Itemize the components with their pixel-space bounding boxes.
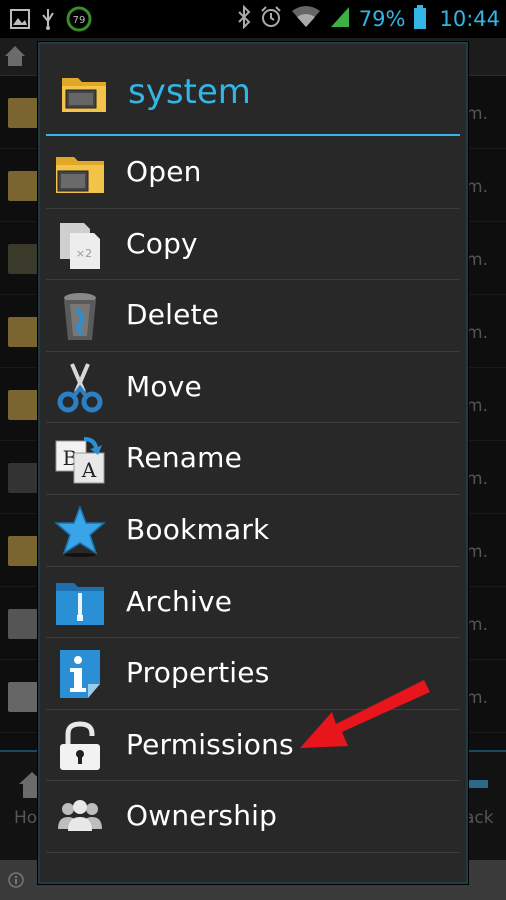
notification-badge: 79 [73, 15, 86, 26]
menu-item-label: Move [126, 369, 202, 403]
battery-percent: 79% [358, 7, 406, 31]
dialog-header: system [40, 44, 466, 136]
file-icon [8, 244, 42, 274]
menu-item-label: Copy [126, 226, 198, 260]
archive-folder-icon [54, 577, 106, 629]
alarm-icon [259, 5, 283, 33]
rename-icon: B A [54, 433, 106, 485]
folder-icon [8, 463, 42, 493]
star-icon [53, 504, 107, 557]
battery-icon [413, 4, 427, 34]
folder-icon [8, 98, 42, 128]
users-icon [54, 791, 106, 843]
menu-item-ownership[interactable]: Ownership [46, 781, 460, 853]
folder-icon [8, 317, 42, 347]
menu-item-move[interactable]: Move [46, 352, 460, 424]
clock: 10:44 [439, 7, 500, 31]
svg-text:×2: ×2 [76, 247, 92, 260]
home-icon [4, 44, 26, 68]
padlock-icon [54, 720, 106, 772]
menu-item-label: Ownership [126, 799, 278, 833]
menu-item-label: Delete [126, 298, 220, 332]
folder-icon [8, 171, 42, 201]
status-bar-system: 79% 10:44 [237, 2, 500, 36]
menu-item-label: Bookmark [126, 512, 270, 546]
usb-icon [40, 7, 56, 35]
status-bar-notifications: 79 [10, 6, 92, 36]
folder-icon [8, 390, 42, 420]
scissors-icon [54, 362, 106, 414]
dialog-title: system [128, 72, 251, 112]
copy-icon: ×2 [54, 219, 106, 271]
menu-item-rename[interactable]: B A Rename [46, 423, 460, 495]
svg-text:A: A [81, 458, 97, 482]
menu-item-open[interactable]: Open [46, 137, 460, 209]
menu-item-label: Open [126, 155, 202, 188]
info-icon [8, 872, 24, 892]
folder-monitor-icon [60, 74, 108, 118]
status-bar: 79 79% 10:44 [0, 0, 506, 38]
menu-item-bookmark[interactable]: Bookmark [46, 495, 460, 567]
file-icon [8, 682, 42, 712]
title-divider [46, 134, 460, 136]
menu-item-label: Archive [126, 584, 233, 618]
image-icon [10, 8, 30, 34]
red-arrow-icon [296, 670, 436, 764]
info-icon [54, 648, 106, 700]
menu-item-delete[interactable]: Delete [46, 280, 460, 352]
back-label: ack [464, 808, 494, 828]
file-icon [8, 609, 42, 639]
wifi-icon [291, 5, 321, 33]
menu-item-archive[interactable]: Archive [46, 567, 460, 639]
folder-monitor-icon [54, 147, 106, 199]
menu-item-copy[interactable]: ×2 Copy [46, 209, 460, 281]
signal-icon [329, 5, 351, 33]
folder-icon [8, 536, 42, 566]
battery-saver-icon: 79 [66, 6, 92, 36]
trash-icon [54, 290, 106, 342]
menu-item-label: Permissions [126, 727, 294, 761]
menu-item-label: Properties [126, 656, 270, 690]
bluetooth-icon [237, 4, 251, 33]
menu-item-label: Rename [126, 441, 243, 475]
